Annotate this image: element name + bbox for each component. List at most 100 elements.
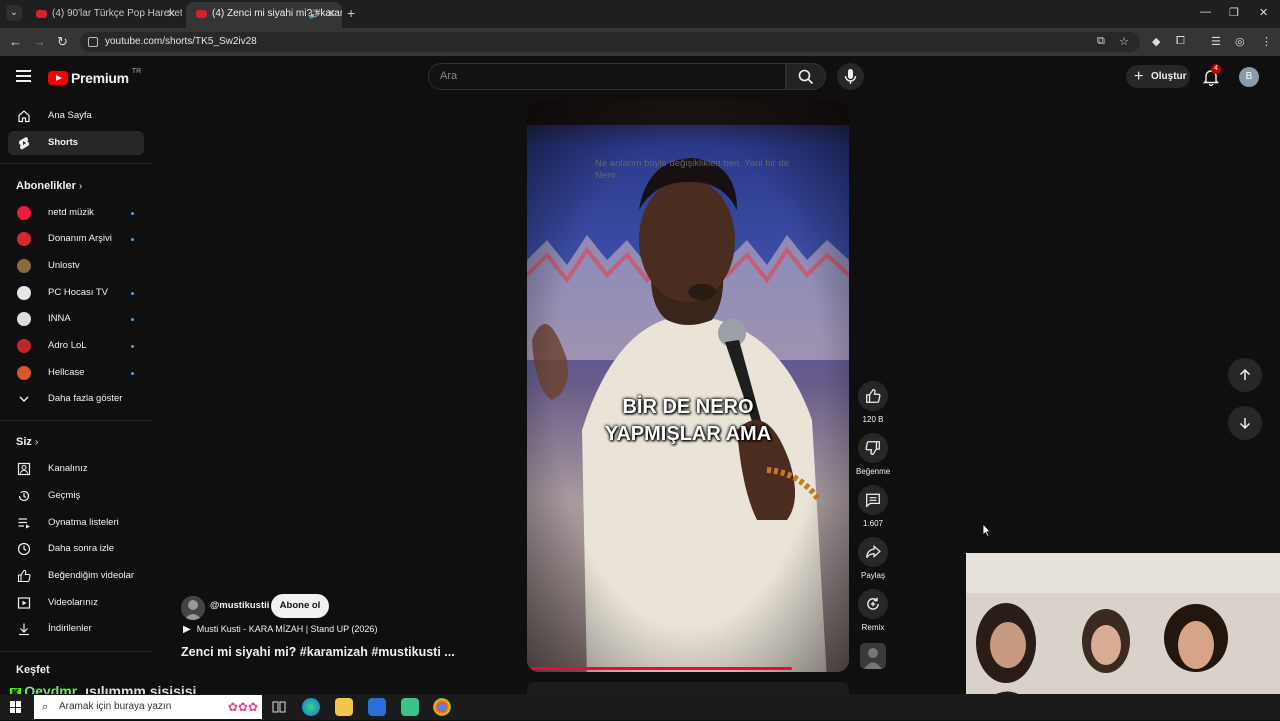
taskbar-search-placeholder: Aramak için buraya yazın: [59, 701, 172, 712]
sidebar-item-show-more[interactable]: Daha fazla göster: [8, 387, 144, 411]
notification-badge: 4: [1211, 64, 1221, 74]
chevron-right-icon: ›: [34, 437, 39, 448]
media-control-icon[interactable]: ☰: [1211, 35, 1221, 48]
forward-arrow-icon[interactable]: →: [33, 34, 46, 49]
sidebar-item-donanim-arsivi[interactable]: Donanım Arşivi: [8, 227, 144, 251]
search-button[interactable]: [786, 63, 826, 90]
short-title[interactable]: Zenci mi siyahi mi? #karamizah #mustikus…: [181, 645, 455, 659]
sidebar-item-hellcase[interactable]: Hellcase: [8, 361, 144, 385]
voice-search-button[interactable]: [837, 63, 864, 90]
channel-handle[interactable]: @mustikustii: [210, 600, 269, 611]
browser-tab-1[interactable]: (4) 90'lar Türkçe Pop Hareketli · ✕: [26, 2, 182, 28]
burned-subtitle-line-2: YAPMIŞLAR AMA: [604, 423, 772, 445]
previous-short-button[interactable]: [1228, 358, 1262, 392]
sidebar-item-home[interactable]: Ana Sayfa: [8, 104, 144, 128]
new-tab-button[interactable]: +: [347, 5, 355, 21]
sidebar-item-pc-hocasi-tv[interactable]: PC Hocası TV: [8, 281, 144, 305]
tab-search-button[interactable]: ⌄: [6, 5, 22, 21]
window-close-button[interactable]: ✕: [1259, 6, 1268, 19]
you-heading[interactable]: Siz ›: [16, 436, 38, 448]
youtube-premium-logo[interactable]: Premium TR: [48, 67, 142, 87]
restore-button[interactable]: ❐: [1229, 6, 1239, 19]
menu-hamburger-icon[interactable]: [16, 70, 31, 85]
sound-thumbnail[interactable]: [860, 643, 886, 669]
new-content-dot: [131, 372, 134, 375]
sidebar-item-shorts[interactable]: Shorts: [8, 131, 144, 155]
chrome-browser-icon[interactable]: [433, 698, 451, 716]
back-arrow-icon[interactable]: ←: [9, 34, 22, 49]
file-explorer-icon[interactable]: [335, 698, 353, 716]
like-button[interactable]: 120 B: [856, 381, 890, 424]
sidebar-item-label: Kanalınız: [48, 463, 88, 474]
channel-avatar: [17, 206, 31, 220]
sidebar-item-your-channel[interactable]: Kanalınız: [8, 457, 144, 481]
share-button[interactable]: Paylaş: [856, 537, 890, 580]
sidebar-divider: [0, 420, 153, 421]
account-avatar[interactable]: B: [1239, 67, 1259, 87]
thumbs-up-icon: [17, 569, 31, 583]
microsoft-store-icon[interactable]: [368, 698, 386, 716]
video-progress-bar[interactable]: [531, 667, 792, 670]
tab-close-icon[interactable]: ✕: [327, 2, 336, 26]
sidebar-item-adro-lol[interactable]: Adro LoL: [8, 334, 144, 358]
sidebar-item-unlostv[interactable]: Unlostv: [8, 254, 144, 278]
logo-text: Premium: [71, 70, 129, 86]
sidebar-item-downloads[interactable]: İndirilenler: [8, 617, 144, 641]
auto-caption-text: Ne anlarım böyle değişikliklen ben. Yani…: [595, 158, 789, 181]
sidebar-item-inna[interactable]: INNA: [8, 307, 144, 331]
browser-tab-bar: ⌄ (4) 90'lar Türkçe Pop Hareketli · ✕ (4…: [0, 0, 1280, 28]
url-field[interactable]: youtube.com/shorts/TK5_Sw2iv28: [80, 32, 1140, 52]
install-app-icon[interactable]: ⧉: [1097, 35, 1105, 48]
profile-icon[interactable]: ◎: [1235, 35, 1245, 48]
sidebar-item-label: PC Hocası TV: [48, 287, 109, 298]
play-icon: ▶: [183, 624, 191, 635]
extensions-puzzle-icon[interactable]: ⧠: [1176, 35, 1185, 48]
video-icon: [17, 597, 31, 609]
create-label: Oluştur: [1151, 71, 1187, 82]
next-short-preview[interactable]: [527, 682, 849, 694]
subscribe-button[interactable]: Abone ol: [271, 594, 329, 618]
shorts-video-player[interactable]: Ne anlarım böyle değişikliklen ben. Yani…: [527, 100, 849, 672]
linked-video[interactable]: ▶ Musti Kusti - KARA MİZAH | Stand UP (20…: [183, 624, 377, 635]
channel-avatar-image: [181, 596, 205, 620]
sidebar-item-history[interactable]: Geçmiş: [8, 484, 144, 508]
site-info-icon[interactable]: [88, 37, 98, 47]
dislike-button[interactable]: Beğenme: [856, 433, 890, 476]
bookmark-star-icon[interactable]: ☆: [1119, 35, 1129, 48]
sidebar-item-watch-later[interactable]: Daha sonra izle: [8, 537, 144, 561]
create-button[interactable]: + Oluştur: [1126, 65, 1190, 88]
browser-tab-2[interactable]: (4) Zenci mi siyahi mi? #karam 🔊 ✕: [186, 2, 342, 28]
windows-start-icon[interactable]: [10, 701, 22, 713]
sidebar-item-liked-videos[interactable]: Beğendiğim videolar: [8, 564, 144, 588]
task-view-icon[interactable]: [270, 698, 288, 716]
sidebar-item-playlists[interactable]: Oynatma listeleri: [8, 511, 144, 535]
home-icon: [18, 110, 30, 123]
speaker-icon[interactable]: 🔊: [309, 2, 320, 26]
sidebar-item-netd-muzik[interactable]: netd müzik: [8, 201, 144, 225]
taskbar-search-input[interactable]: ⌕ Aramak için buraya yazın ✿✿✿: [34, 695, 262, 719]
edge-browser-icon[interactable]: [302, 698, 320, 716]
extension-diamond-icon[interactable]: ◆: [1152, 35, 1160, 48]
sidebar-divider: [0, 651, 153, 652]
channel-icon: [17, 462, 31, 476]
shorts-icon: [18, 137, 30, 150]
remix-label: Remix: [861, 623, 885, 632]
next-short-button[interactable]: [1228, 406, 1262, 440]
browser-menu-icon[interactable]: ⋮: [1261, 35, 1272, 48]
minimize-button[interactable]: —: [1200, 6, 1211, 18]
reload-icon[interactable]: ↻: [57, 34, 68, 50]
country-code: TR: [131, 67, 142, 75]
new-content-dot: [131, 212, 134, 215]
subscriptions-heading[interactable]: Abonelikler ›: [16, 180, 82, 192]
notifications-button[interactable]: 4: [1201, 64, 1221, 87]
new-content-dot: [131, 292, 134, 295]
sidebar-item-label: Geçmiş: [48, 490, 81, 501]
comments-button[interactable]: 1.607: [856, 485, 890, 528]
app-icon[interactable]: [401, 698, 419, 716]
tab-close-icon[interactable]: ✕: [167, 2, 176, 26]
youtube-play-icon: [48, 71, 68, 85]
channel-avatar[interactable]: [181, 596, 205, 620]
search-input[interactable]: Ara: [428, 63, 786, 90]
sidebar-item-your-videos[interactable]: Videolarınız: [8, 591, 144, 615]
remix-button[interactable]: Remix: [856, 589, 890, 632]
